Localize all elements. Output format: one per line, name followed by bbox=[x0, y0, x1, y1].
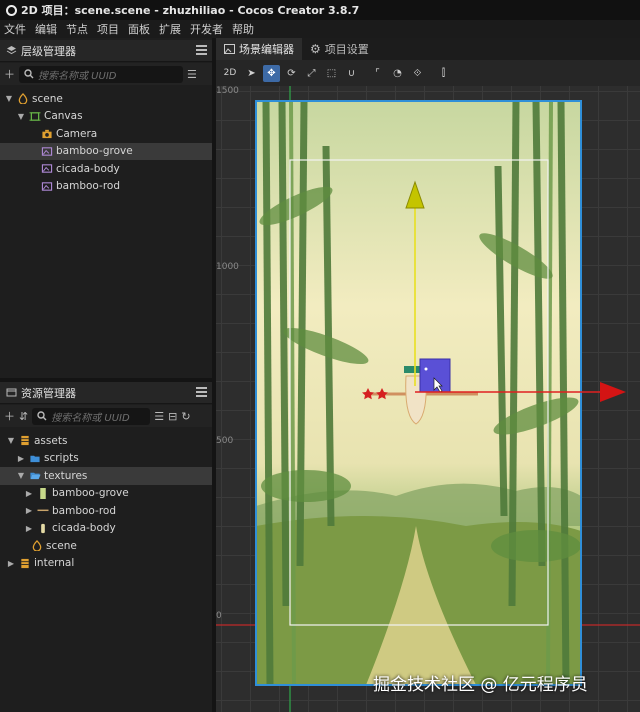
scene-canvas bbox=[216, 86, 640, 712]
tree-node-bamboo-grove[interactable]: bamboo-grove bbox=[0, 142, 212, 160]
hierarchy-title: 层级管理器 bbox=[21, 44, 76, 58]
asset-bamboo-rod[interactable]: ▶ bamboo-rod bbox=[0, 502, 212, 520]
assets-search-row: ＋ ⇵ 搜索名称或 UUID ☰ ⊟ ↻ bbox=[0, 405, 212, 427]
collapsed-arrow-icon[interactable]: ▶ bbox=[24, 524, 34, 533]
gear-icon: ⚙ bbox=[310, 42, 321, 56]
sort-icon[interactable]: ⇵ bbox=[19, 410, 28, 423]
search-icon bbox=[37, 411, 47, 421]
expand-arrow-icon[interactable]: ▼ bbox=[16, 112, 26, 121]
pivot-icon[interactable]: ⌜ bbox=[369, 65, 386, 82]
list-sort-icon[interactable]: ☰ bbox=[187, 68, 197, 81]
menu-panel[interactable]: 面板 bbox=[128, 21, 150, 37]
assets-icon bbox=[6, 388, 17, 397]
hierarchy-header: 层级管理器 bbox=[0, 40, 212, 62]
local-global-icon[interactable]: ◔ bbox=[389, 65, 406, 82]
list-icon[interactable]: ☰ bbox=[154, 410, 164, 423]
assets-menu-icon[interactable] bbox=[196, 386, 207, 398]
db-icon bbox=[21, 558, 29, 568]
magnet-icon[interactable]: ∪ bbox=[343, 65, 360, 82]
add-node-icon[interactable]: ＋ bbox=[4, 66, 15, 82]
cocos-logo-icon bbox=[6, 4, 17, 16]
scene-icon bbox=[32, 540, 42, 552]
scene-toolbar: 2D ➤ ✥ ⟳ ⤢ ⬚ ∪ ⌜ ◔ ⟐ ⫿ bbox=[216, 60, 640, 86]
collapse-icon[interactable]: ⊟ bbox=[168, 410, 177, 423]
sprite-icon bbox=[41, 182, 53, 191]
menu-developer[interactable]: 开发者 bbox=[190, 21, 223, 37]
folder-open-icon bbox=[30, 473, 41, 480]
scene-viewport[interactable]: 1500 1000 500 0 掘金技术社区 @ 亿元程序员 bbox=[216, 86, 640, 712]
hierarchy-search-input[interactable]: 搜索名称或 UUID bbox=[19, 65, 183, 83]
assets-title: 资源管理器 bbox=[21, 386, 76, 400]
scene-icon bbox=[18, 93, 28, 105]
db-icon bbox=[21, 436, 29, 446]
editor-tabs: 场景编辑器 ⚙ 项目设置 bbox=[216, 38, 640, 60]
hierarchy-tree: ▼ scene ▼ Canvas Camera bamboo-grove cic… bbox=[0, 90, 212, 195]
canvas-icon bbox=[29, 111, 41, 121]
hierarchy-menu-icon[interactable] bbox=[196, 44, 207, 56]
scale-tool-icon[interactable]: ⤢ bbox=[303, 65, 320, 82]
add-asset-icon[interactable]: ＋ bbox=[4, 408, 15, 424]
tree-node-bamboo-rod[interactable]: bamboo-rod bbox=[0, 178, 212, 196]
rect-tool-icon[interactable]: ⬚ bbox=[323, 65, 340, 82]
move-tool-icon[interactable]: ✥ bbox=[263, 64, 280, 82]
tab-scene-editor[interactable]: 场景编辑器 bbox=[216, 38, 302, 60]
asset-textures[interactable]: ▼ textures bbox=[0, 467, 212, 485]
asset-assets[interactable]: ▼ assets bbox=[0, 432, 212, 450]
sprite-icon bbox=[41, 164, 53, 173]
collapsed-arrow-icon[interactable]: ▶ bbox=[24, 506, 34, 515]
snap-icon[interactable]: ⟐ bbox=[409, 65, 426, 82]
menu-project[interactable]: 项目 bbox=[97, 21, 119, 37]
texture-icon bbox=[41, 523, 45, 533]
asset-internal[interactable]: ▶ internal bbox=[0, 555, 212, 573]
expand-arrow-icon[interactable]: ▼ bbox=[6, 436, 16, 445]
menu-bar: 文件 编辑 节点 项目 面板 扩展 开发者 帮助 bbox=[0, 20, 640, 38]
menu-extension[interactable]: 扩展 bbox=[159, 21, 181, 37]
asset-cicada-body[interactable]: ▶ cicada-body bbox=[0, 520, 212, 538]
search-icon bbox=[24, 69, 34, 79]
tree-node-canvas[interactable]: ▼ Canvas bbox=[0, 108, 212, 126]
expand-arrow-icon[interactable]: ▼ bbox=[16, 471, 26, 480]
tab-project-settings[interactable]: ⚙ 项目设置 bbox=[302, 38, 377, 60]
asset-scene[interactable]: scene bbox=[0, 537, 212, 555]
refresh-icon[interactable]: ↻ bbox=[181, 410, 190, 423]
menu-edit[interactable]: 编辑 bbox=[35, 21, 57, 37]
asset-bamboo-grove[interactable]: ▶ bamboo-grove bbox=[0, 485, 212, 503]
menu-file[interactable]: 文件 bbox=[4, 21, 26, 37]
assets-header: 资源管理器 bbox=[0, 382, 212, 404]
watermark: 掘金技术社区 @ 亿元程序员 bbox=[373, 675, 588, 695]
texture-icon bbox=[40, 487, 46, 499]
tree-node-camera[interactable]: Camera bbox=[0, 125, 212, 143]
folder-icon bbox=[30, 455, 40, 462]
align-icon[interactable]: ⫿ bbox=[435, 65, 452, 82]
expand-arrow-icon[interactable]: ▼ bbox=[4, 94, 14, 103]
image-icon bbox=[224, 44, 235, 54]
asset-scripts[interactable]: ▶ scripts bbox=[0, 450, 212, 468]
assets-search-input[interactable]: 搜索名称或 UUID bbox=[32, 407, 151, 425]
title-bar: 2D 项目：scene.scene - zhuzhiliao - Cocos C… bbox=[0, 0, 640, 20]
layers-icon bbox=[6, 46, 17, 55]
tree-node-cicada-body[interactable]: cicada-body bbox=[0, 160, 212, 178]
assets-tree: ▼ assets ▶ scripts ▼ textures ▶ bamboo-g… bbox=[0, 432, 212, 572]
rotate-tool-icon[interactable]: ⟳ bbox=[283, 65, 300, 82]
sprite-icon bbox=[41, 147, 53, 156]
hierarchy-search-row: ＋ 搜索名称或 UUID ☰ bbox=[0, 63, 212, 85]
camera-icon bbox=[42, 130, 52, 139]
tree-node-scene[interactable]: ▼ scene bbox=[0, 90, 212, 108]
texture-icon bbox=[37, 509, 49, 512]
window-title: 2D 项目：scene.scene - zhuzhiliao - Cocos C… bbox=[21, 4, 360, 17]
collapsed-arrow-icon[interactable]: ▶ bbox=[6, 559, 16, 568]
toggle-2d-button[interactable]: 2D bbox=[220, 65, 240, 82]
menu-node[interactable]: 节点 bbox=[66, 21, 88, 37]
select-tool-icon[interactable]: ➤ bbox=[243, 65, 260, 82]
collapsed-arrow-icon[interactable]: ▶ bbox=[16, 454, 26, 463]
collapsed-arrow-icon[interactable]: ▶ bbox=[24, 489, 34, 498]
menu-help[interactable]: 帮助 bbox=[232, 21, 254, 37]
